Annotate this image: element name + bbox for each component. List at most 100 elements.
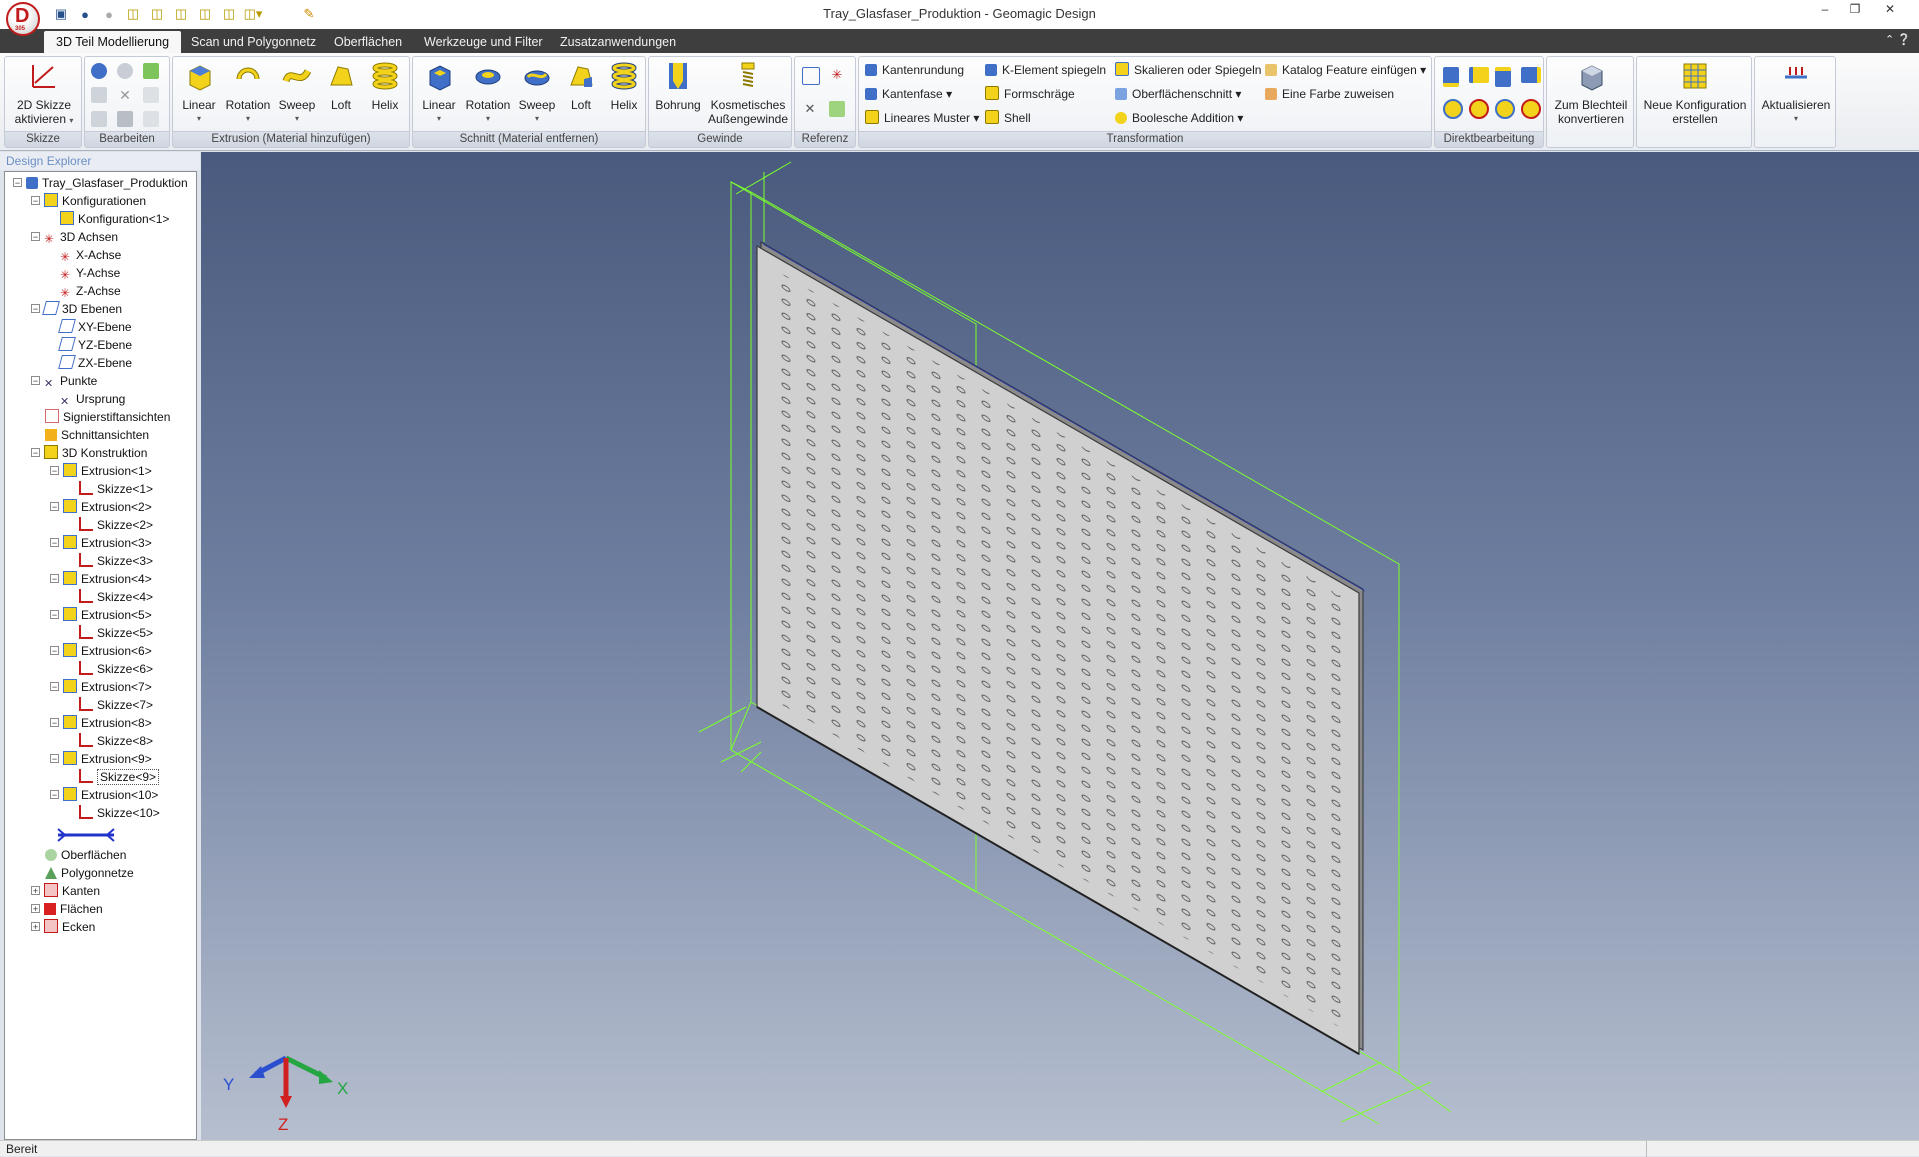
tree-node-ursprung[interactable]: ✕ Ursprung: [60, 390, 125, 408]
tree-node-skizze[interactable]: Skizze<10>: [79, 804, 160, 822]
zum-blechteil-konvertieren-button[interactable]: Zum Blechteil konvertieren: [1549, 61, 1633, 126]
tree-node-skizze[interactable]: Skizze<6>: [79, 660, 153, 678]
tree-node-oberflaechen[interactable]: Oberflächen: [45, 846, 126, 864]
collapse-icon[interactable]: −: [50, 538, 59, 548]
collapse-icon[interactable]: −: [31, 448, 40, 458]
tree-node-extrusion[interactable]: − Extrusion<9>: [50, 750, 152, 768]
tree-node-skizze[interactable]: Skizze<4>: [79, 588, 153, 606]
tree-node-extrusion[interactable]: − Extrusion<3>: [50, 534, 152, 552]
expand-icon[interactable]: +: [31, 904, 40, 914]
collapse-icon[interactable]: −: [50, 790, 59, 800]
rotate-face-icon[interactable]: [1443, 99, 1463, 119]
collapse-icon[interactable]: −: [50, 718, 59, 728]
ribbon-minimize-icon[interactable]: ⌃ ❔: [1885, 33, 1911, 46]
delete-icon[interactable]: ✕: [117, 87, 133, 103]
collapse-icon[interactable]: −: [31, 196, 40, 206]
push-face-icon[interactable]: [1495, 67, 1511, 87]
extrusion-sweep-button[interactable]: Sweep ▾: [275, 61, 319, 126]
select-all-icon[interactable]: [117, 63, 133, 79]
collapse-icon[interactable]: −: [50, 646, 59, 656]
delete-face-icon[interactable]: [1521, 67, 1541, 83]
paint-icon[interactable]: [143, 63, 159, 79]
tree-node-signierstiftansichten[interactable]: Signierstiftansichten: [45, 408, 170, 426]
tab-3d-teil-modellierung[interactable]: 3D Teil Modellierung: [44, 31, 182, 53]
extrusion-rotation-button[interactable]: Rotation ▾: [223, 61, 273, 126]
reference-axis-icon[interactable]: ✳: [829, 67, 845, 83]
clipboard-icon[interactable]: [143, 111, 159, 127]
k-element-spiegeln-button[interactable]: K-Element spiegeln: [985, 61, 1106, 79]
tree-node-kanten[interactable]: + Kanten: [31, 882, 100, 900]
tree-node-skizze[interactable]: Skizze<5>: [79, 624, 153, 642]
tree-node-y-achse[interactable]: ✳ Y-Achse: [60, 264, 120, 282]
tree-node-flaechen[interactable]: + Flächen: [31, 900, 103, 918]
tree-node-3d-konstruktion[interactable]: − 3D Konstruktion: [31, 444, 147, 462]
tree-node-schnittansichten[interactable]: Schnittansichten: [45, 426, 149, 444]
collapse-icon[interactable]: −: [50, 754, 59, 764]
tree-node-extrusion[interactable]: − Extrusion<6>: [50, 642, 152, 660]
collapse-icon[interactable]: −: [31, 376, 40, 386]
tree-node-konfigurationen[interactable]: − Konfigurationen: [31, 192, 146, 210]
tree-node-extrusion[interactable]: − Extrusion<7>: [50, 678, 152, 696]
tree-node-skizze[interactable]: Skizze<3>: [79, 552, 153, 570]
tree-node-zx-ebene[interactable]: ZX-Ebene: [58, 354, 132, 372]
move-face-icon[interactable]: [1443, 67, 1459, 87]
tree-node-extrusion[interactable]: − Extrusion<5>: [50, 606, 152, 624]
bohrung-button[interactable]: Bohrung: [653, 61, 703, 112]
tree-node-3d-ebenen[interactable]: − 3D Ebenen: [31, 300, 122, 318]
collapse-icon[interactable]: −: [31, 232, 40, 242]
offset-face-icon[interactable]: [1469, 67, 1489, 83]
tree-node-xy-ebene[interactable]: XY-Ebene: [58, 318, 132, 336]
tree-node-root[interactable]: − Tray_Glasfaser_Produktion: [13, 174, 188, 192]
shell-button[interactable]: Shell: [985, 109, 1031, 127]
tree-node-extrusion[interactable]: − Extrusion<1>: [50, 462, 152, 480]
skalieren-oder-spiegeln-button[interactable]: Skalieren oder Spiegeln: [1115, 61, 1261, 79]
extrusion-helix-button[interactable]: Helix: [363, 61, 407, 112]
2d-skizze-aktivieren-button[interactable]: 2D Skizze aktivieren ▾: [9, 61, 79, 128]
tree-node-konfiguration-1[interactable]: Konfiguration<1>: [60, 210, 169, 228]
properties-icon[interactable]: [117, 111, 133, 127]
reference-point-icon[interactable]: ✕: [802, 101, 818, 117]
tab-oberflaechen[interactable]: Oberflächen: [322, 31, 414, 53]
katalog-feature-button[interactable]: Katalog Feature einfügen ▾: [1265, 61, 1426, 79]
perforated-tray-part[interactable]: [756, 241, 1366, 1056]
tab-zusatzanwendungen[interactable]: Zusatzanwendungen: [548, 31, 688, 53]
tilt-face-icon[interactable]: [1495, 99, 1515, 119]
schnitt-helix-button[interactable]: Helix: [603, 61, 645, 112]
collapse-icon[interactable]: −: [50, 610, 59, 620]
schnitt-loft-button[interactable]: Loft: [561, 61, 601, 112]
kantenrundung-button[interactable]: Kantenrundung: [865, 61, 964, 79]
tree-node-punkte[interactable]: − ✕ Punkte: [31, 372, 97, 390]
expand-icon[interactable]: +: [31, 886, 40, 896]
expand-icon[interactable]: +: [31, 922, 40, 932]
lineares-muster-button[interactable]: Lineares Muster ▾: [865, 109, 979, 127]
application-menu-button[interactable]: D 305: [6, 2, 40, 36]
extrusion-loft-button[interactable]: Loft: [321, 61, 361, 112]
scene-svg[interactable]: Y X Z: [201, 152, 1919, 1140]
tree-node-x-achse[interactable]: ✳ X-Achse: [60, 246, 121, 264]
kantenfase-button[interactable]: Kantenfase ▾: [865, 85, 952, 103]
schnitt-linear-button[interactable]: Linear ▾: [417, 61, 461, 126]
collapse-icon[interactable]: −: [50, 682, 59, 692]
collapse-icon[interactable]: −: [50, 466, 59, 476]
tab-werkzeuge-und-filter[interactable]: Werkzeuge und Filter: [412, 31, 555, 53]
cut-icon[interactable]: [143, 87, 159, 103]
minimize-window-button[interactable]: –: [1810, 0, 1840, 18]
oberflaechenschnitt-button[interactable]: Oberflächenschnitt ▾: [1115, 85, 1241, 103]
tree-node-extrusion[interactable]: − Extrusion<10>: [50, 786, 158, 804]
close-window-button[interactable]: ✕: [1875, 0, 1905, 18]
restore-window-button[interactable]: ❐: [1840, 0, 1870, 18]
tab-scan-und-polygonnetz[interactable]: Scan und Polygonnetz: [179, 31, 328, 53]
collapse-icon[interactable]: −: [50, 574, 59, 584]
eine-farbe-zuweisen-button[interactable]: Eine Farbe zuweisen: [1265, 85, 1394, 103]
tree-node-extrusion[interactable]: − Extrusion<4>: [50, 570, 152, 588]
paste-icon[interactable]: [91, 111, 107, 127]
collapse-icon[interactable]: −: [31, 304, 40, 314]
aktualisieren-button[interactable]: Aktualisieren ▾: [1757, 61, 1835, 126]
tree-node-yz-ebene[interactable]: YZ-Ebene: [58, 336, 132, 354]
tree-node-ecken[interactable]: + Ecken: [31, 918, 95, 936]
tree-node-skizze[interactable]: Skizze<1>: [79, 480, 153, 498]
schnitt-rotation-button[interactable]: Rotation ▾: [463, 61, 513, 126]
tree-node-polygonnetze[interactable]: Polygonnetze: [45, 864, 134, 882]
copy-icon[interactable]: [91, 87, 107, 103]
neue-konfiguration-erstellen-button[interactable]: Neue Konfiguration erstellen: [1639, 61, 1751, 126]
